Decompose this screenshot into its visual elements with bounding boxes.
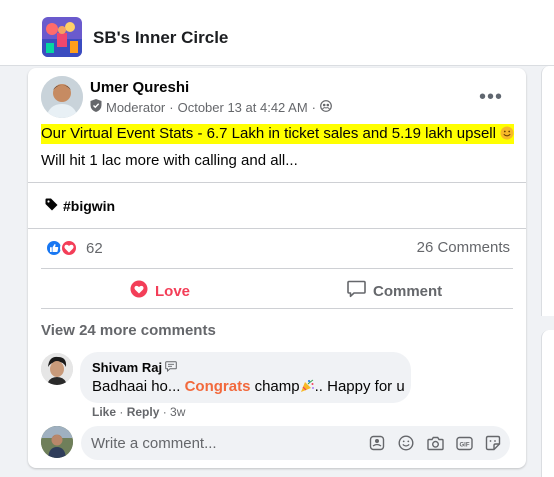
comment-author[interactable]: Shivam Raj	[92, 360, 177, 375]
congrats-highlight[interactable]: Congrats	[185, 378, 251, 395]
divider	[28, 228, 526, 229]
comment-text-mid: champ	[254, 378, 300, 395]
more-options-icon[interactable]: •••	[476, 82, 506, 112]
meta-separator: ·	[311, 99, 317, 115]
reaction-summary[interactable]: 62	[45, 239, 103, 257]
comment-author-name: Shivam Raj	[92, 360, 163, 375]
comment-actions: Like · Reply · 3w	[92, 405, 186, 419]
love-button-label: Love	[155, 282, 191, 300]
comment-reply-link[interactable]: Reply	[127, 405, 160, 419]
smile-emoji-icon	[495, 124, 515, 144]
author-role: Moderator	[106, 99, 166, 115]
author-name[interactable]: Umer Qureshi	[90, 79, 189, 96]
gif-icon[interactable]: GIF	[455, 434, 473, 452]
post-text-line-1: Our Virtual Event Stats - 6.7 Lakh in ti…	[41, 124, 515, 144]
hashtag[interactable]: #bigwin	[45, 198, 115, 214]
comment-input[interactable]	[91, 426, 371, 460]
commenter-avatar[interactable]	[41, 353, 73, 385]
side-card-edge	[541, 66, 554, 316]
post-timestamp[interactable]: October 13 at 4:42 AM	[178, 100, 308, 115]
tag-icon	[45, 198, 58, 214]
comment-time[interactable]: 3w	[170, 405, 185, 419]
post-card: Umer Qureshi Moderator · October 13 at 4…	[28, 68, 526, 468]
comment-text-end: .. Happy for u	[314, 378, 405, 395]
comments-count[interactable]: 26 Comments	[417, 239, 510, 256]
comment-bubble: Shivam Raj Badhaai ho... Congrats champ.…	[80, 352, 411, 403]
love-button[interactable]: Love	[130, 280, 190, 302]
heart-icon	[130, 280, 148, 302]
author-avatar[interactable]	[41, 76, 83, 118]
current-user-avatar[interactable]	[41, 426, 73, 458]
party-popper-icon	[300, 378, 315, 395]
hashtag-label: #bigwin	[63, 198, 116, 214]
group-thumbnail[interactable]	[42, 17, 82, 57]
comment-icon	[347, 280, 366, 302]
sticker-icon[interactable]	[484, 434, 502, 452]
reaction-count: 62	[86, 239, 103, 257]
comment-text: Badhaai ho... Congrats champ .. Happy for…	[92, 378, 405, 395]
divider	[41, 268, 513, 269]
camera-icon[interactable]	[426, 434, 444, 452]
side-card-edge	[541, 330, 554, 477]
members-icon	[320, 99, 332, 115]
divider	[41, 308, 513, 309]
avatar-sticker-icon[interactable]	[368, 434, 386, 452]
comment-button-label: Comment	[373, 282, 443, 300]
view-more-comments[interactable]: View 24 more comments	[41, 322, 216, 339]
post-text-line-2: Will hit 1 lac more with calling and all…	[41, 152, 298, 169]
group-header: SB's Inner Circle	[0, 0, 554, 66]
comment-text-start: Badhaai ho...	[92, 378, 181, 395]
comment-composer: GIF	[81, 426, 510, 460]
moderator-shield-icon	[90, 99, 102, 115]
comment-button[interactable]: Comment	[347, 280, 442, 302]
meta-separator: ·	[169, 99, 174, 115]
chat-badge-icon	[165, 360, 177, 375]
comment-like-link[interactable]: Like	[92, 405, 116, 419]
svg-text:GIF: GIF	[459, 442, 469, 448]
divider	[28, 182, 526, 183]
emoji-icon[interactable]	[397, 434, 415, 452]
group-name[interactable]: SB's Inner Circle	[93, 28, 228, 48]
highlighted-text: Our Virtual Event Stats - 6.7 Lakh in ti…	[41, 124, 496, 144]
post-meta: Moderator · October 13 at 4:42 AM ·	[90, 99, 332, 115]
composer-icons: GIF	[368, 434, 502, 452]
love-reaction-icon	[60, 239, 78, 257]
